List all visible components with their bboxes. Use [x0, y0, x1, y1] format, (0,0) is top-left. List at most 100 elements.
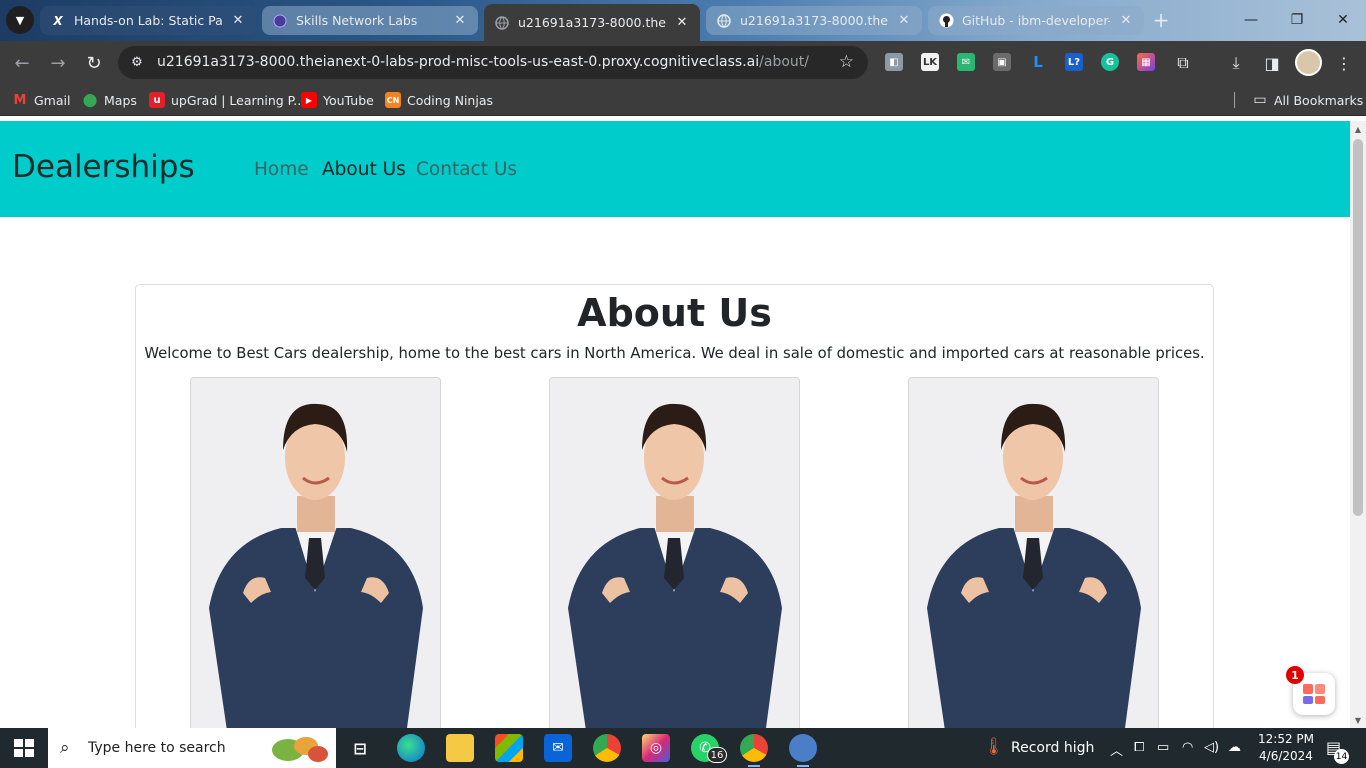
whatsapp-badge: 16 [707, 747, 727, 763]
about-card: About Us Welcome to Best Cars dealership… [135, 284, 1214, 728]
browser-tab[interactable]: GitHub - ibm-developer-skill ✕ [928, 6, 1144, 35]
url-path: /about/ [759, 54, 809, 70]
site-settings-icon[interactable]: ⚙ [128, 53, 146, 71]
volume-icon[interactable]: ◁) [1204, 740, 1219, 755]
x-icon: X [53, 13, 63, 28]
wifi-icon[interactable]: ◠ [1182, 740, 1193, 755]
close-icon[interactable]: ✕ [230, 13, 246, 29]
close-icon[interactable]: ✕ [452, 13, 468, 29]
taskbar-search[interactable]: ⌕ Type here to search [48, 728, 336, 768]
extension-icon[interactable]: LK [921, 53, 939, 71]
bookmark-gmail[interactable]: M Gmail [12, 91, 71, 109]
page-scrollbar[interactable]: ▲ ▼ [1350, 121, 1366, 728]
browser-tab[interactable]: u21691a3173-8000.theianext ✕ [706, 6, 922, 35]
extensions-puzzle-icon[interactable]: ⧉ [1172, 52, 1194, 74]
chrome-icon[interactable] [593, 734, 621, 762]
scroll-down-icon[interactable]: ▼ [1350, 712, 1366, 728]
mail-icon[interactable]: ✉ [544, 734, 572, 762]
url-host: u21691a3173-8000.theianext-0-labs-prod-m… [157, 54, 760, 70]
cloud-icon[interactable]: ☁ [1228, 740, 1241, 755]
profile-avatar[interactable] [1295, 49, 1322, 76]
minimize-button[interactable]: — [1236, 8, 1266, 32]
extension-icon[interactable]: ▦ [1137, 53, 1155, 71]
bookmark-label: Coding Ninjas [407, 92, 494, 108]
circle-icon [272, 13, 288, 29]
nav-link-contact[interactable]: Contact Us [416, 159, 517, 180]
thermometer-icon[interactable]: 🌡 [983, 737, 1005, 757]
browser-tab[interactable]: Skills Network Labs ✕ [262, 6, 478, 35]
nav-link-home[interactable]: Home [254, 159, 309, 180]
extension-icon[interactable]: ◧ [885, 53, 903, 71]
back-button[interactable]: ← [9, 50, 35, 76]
bookmark-label: Gmail [34, 92, 71, 108]
globe-icon [716, 13, 732, 29]
clock-date: 4/6/2024 [1259, 749, 1313, 763]
store-icon[interactable] [495, 734, 523, 762]
extension-icon[interactable]: L [1029, 53, 1047, 71]
snipping-tool-icon[interactable] [789, 734, 817, 767]
site-navbar: Dealerships Home About Us Contact Us [0, 121, 1350, 217]
reload-button[interactable]: ↻ [81, 50, 107, 76]
bookmark-upgrad[interactable]: u upGrad | Learning P... [149, 91, 305, 109]
side-panel-icon[interactable]: ◨ [1261, 52, 1283, 74]
file-explorer-icon[interactable] [446, 734, 474, 762]
bookmarks-bar: M Gmail ⬤ Maps u upGrad | Learning P... … [0, 84, 1366, 116]
globe-icon [494, 15, 510, 31]
browser-tab-active[interactable]: u21691a3173-8000.theianext ✕ [484, 4, 700, 41]
notification-count: 14 [1334, 749, 1349, 764]
battery-icon[interactable]: ▭ [1157, 740, 1169, 755]
scroll-up-icon[interactable]: ▲ [1350, 121, 1366, 137]
url-text[interactable]: u21691a3173-8000.theianext-0-labs-prod-m… [157, 54, 809, 70]
download-icon[interactable]: ⤓ [1225, 52, 1247, 74]
browser-tab[interactable]: X Hands-on Lab: Static Pages | ✕ [40, 6, 256, 35]
restore-button[interactable]: ❐ [1282, 8, 1312, 32]
task-view-icon[interactable]: ⊟ [346, 734, 374, 762]
search-highlight-icon [272, 737, 328, 762]
extension-icon[interactable]: L? [1065, 53, 1083, 71]
extension-icon[interactable]: ✉ [957, 53, 975, 71]
edge-icon[interactable] [397, 734, 425, 762]
extension-icon[interactable]: ▣ [993, 53, 1011, 71]
menu-kebab-icon[interactable]: ⋮ [1333, 52, 1355, 74]
intro-text: Welcome to Best Cars dealership, home to… [144, 345, 1205, 362]
bookmark-label: YouTube [323, 92, 374, 108]
upgrad-icon: u [149, 92, 165, 108]
address-bar[interactable]: ⚙ u21691a3173-8000.theianext-0-labs-prod… [118, 46, 868, 79]
chrome-active-icon[interactable] [740, 734, 768, 767]
scroll-thumb[interactable] [1353, 139, 1363, 516]
close-window-button[interactable]: ✕ [1328, 8, 1358, 32]
search-icon: ⌕ [60, 738, 70, 758]
meet-now-icon[interactable]: ⧠ [1134, 740, 1144, 755]
close-icon[interactable]: ✕ [896, 13, 912, 29]
close-icon[interactable]: ✕ [674, 15, 690, 31]
bookmark-youtube[interactable]: ▶ YouTube [301, 91, 374, 109]
weather-text[interactable]: Record high [1011, 740, 1094, 756]
grammarly-icon[interactable]: G [1101, 53, 1119, 71]
system-clock[interactable]: 12:52 PM 4/6/2024 [1258, 731, 1314, 765]
page-title: About Us [577, 291, 772, 335]
new-tab-button[interactable]: + [1149, 8, 1173, 32]
close-icon[interactable]: ✕ [1118, 13, 1134, 29]
clock-time: 12:52 PM [1258, 732, 1314, 746]
team-member-photo [549, 377, 800, 728]
bookmark-label: upGrad | Learning P... [171, 92, 306, 108]
tab-title: Skills Network Labs [296, 13, 418, 28]
bookmark-maps[interactable]: ⬤ Maps [82, 91, 137, 109]
brand-title[interactable]: Dealerships [12, 149, 195, 185]
folder-icon: ▭ [1253, 92, 1267, 108]
youtube-icon: ▶ [301, 92, 317, 108]
github-icon [938, 13, 954, 29]
gmail-icon: M [13, 92, 27, 108]
all-bookmarks[interactable]: ▭ All Bookmarks [1252, 91, 1363, 109]
nav-link-about[interactable]: About Us [322, 159, 406, 180]
tab-title: Hands-on Lab: Static Pages | [74, 13, 222, 28]
bookmark-coding-ninjas[interactable]: CN Coding Ninjas [385, 91, 493, 109]
bookmark-star-icon[interactable]: ☆ [839, 52, 854, 72]
notification-badge: 1 [1286, 666, 1304, 684]
instagram-icon[interactable]: ◎ [642, 734, 670, 762]
tab-search-button[interactable]: ▼ [6, 6, 34, 34]
windows-start-icon[interactable] [14, 739, 34, 757]
bookmark-divider [1234, 92, 1235, 108]
forward-button[interactable]: → [45, 50, 71, 76]
chevron-up-icon[interactable]: ︿ [1110, 740, 1123, 759]
